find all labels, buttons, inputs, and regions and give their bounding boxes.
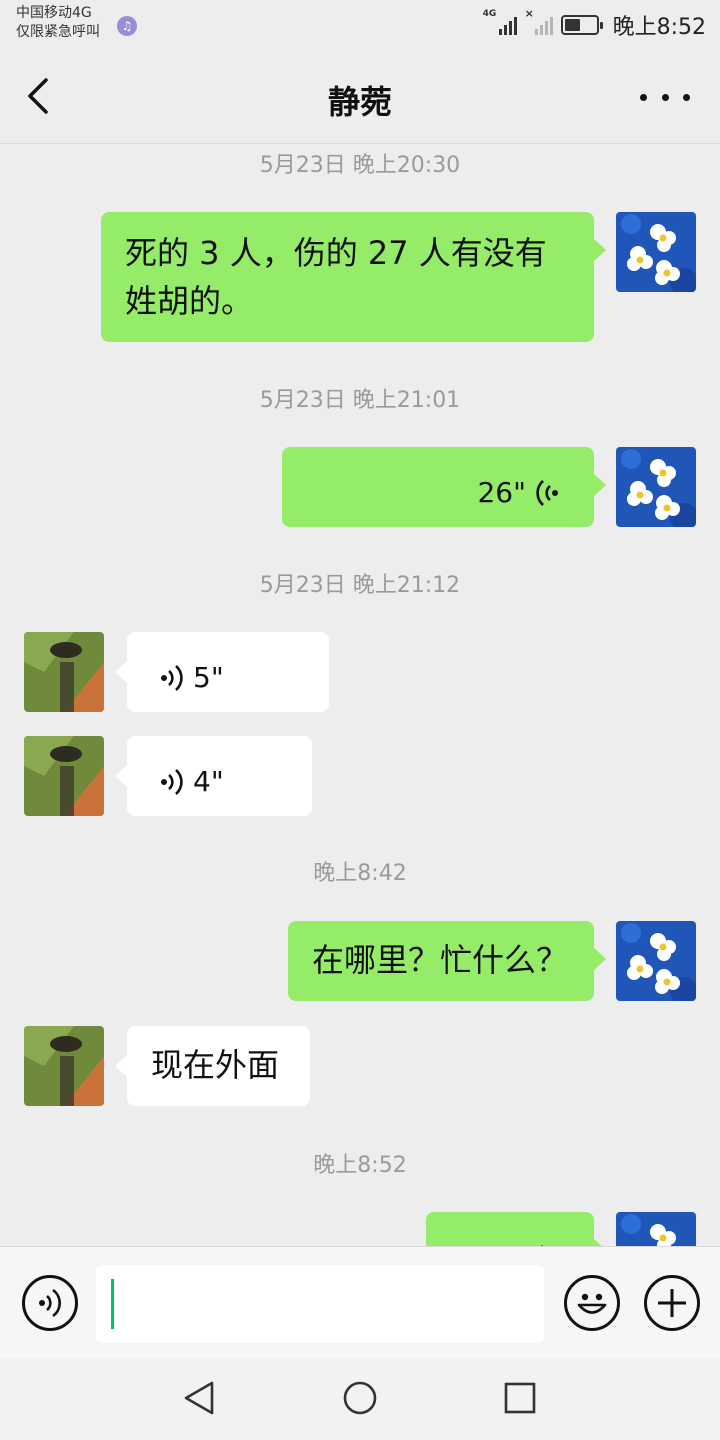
timestamp: 5月23日 晚上20:30 [259,153,461,178]
nav-back-icon[interactable] [180,1378,220,1418]
emoji-icon[interactable] [564,1275,620,1331]
nav-recents-icon[interactable] [500,1378,540,1418]
message-text: 在哪里？忙什么？ [312,941,569,979]
voice-message-contact[interactable]: 4" [115,736,312,816]
message-input[interactable] [96,1265,544,1343]
chat-title: 静菀 [327,83,392,121]
music-notification-icon: ♫ [117,16,137,36]
timestamp: 晚上8:42 [313,861,407,886]
text-caret [111,1279,114,1329]
my-avatar[interactable] [616,921,696,1001]
chat-message-list[interactable]: 5月23日 晚上20:30 死的 3 人，伤的 27 人有没有姓胡的。 5月23… [0,145,720,1246]
contact-avatar[interactable] [24,736,104,816]
voice-duration: 5" [193,661,224,694]
voice-duration: 4" [193,765,224,798]
voice-wave-icon [534,478,558,508]
battery-icon [560,15,603,35]
timestamp: 晚上8:52 [313,1153,407,1178]
status-time: 晚上8:52 [612,15,706,40]
contact-avatar[interactable] [24,632,104,712]
voice-input-icon[interactable] [22,1275,78,1331]
voice-duration: 6" [495,1234,526,1246]
timestamp: 5月23日 晚上21:12 [259,573,461,598]
message-text: 死的 3 人，伤的 27 人有没有姓胡的。 [125,234,547,320]
system-nav-bar [0,1358,720,1440]
battery-fill [564,19,580,31]
my-avatar[interactable] [616,447,696,527]
chat-input-bar [0,1246,720,1358]
status-bar: 中国移动4G 仅限紧急呼叫 ♫ 4G × 晚上8:52 [0,0,720,50]
contact-avatar[interactable] [24,1026,104,1106]
signal-4g-icon: 4G [483,9,517,35]
voice-message-me[interactable]: 6" [426,1212,606,1246]
carrier-info: 中国移动4G 仅限紧急呼叫 [16,4,100,42]
my-avatar[interactable] [616,212,696,292]
more-dots-icon[interactable] [640,80,690,114]
voice-wave-icon [161,663,185,693]
timestamp: 5月23日 晚上21:01 [259,388,461,413]
carrier-name: 中国移动4G [16,5,92,21]
message-bubble-contact[interactable]: 现在外面 [115,1026,310,1106]
message-text: 现在外面 [151,1046,280,1084]
message-bubble-me[interactable]: 在哪里？忙什么？ [288,921,606,1001]
voice-duration: 26" [477,476,526,509]
voice-wave-icon [161,767,185,797]
signal-no-sim-icon: × [525,7,553,35]
status-indicators: 4G × 晚上8:52 [483,7,706,40]
plus-icon[interactable] [644,1275,700,1331]
message-bubble-me[interactable]: 死的 3 人，伤的 27 人有没有姓胡的。 [101,212,606,342]
network-tag: 4G [482,9,497,19]
carrier-status: 仅限紧急呼叫 [16,24,100,40]
voice-message-me[interactable]: 26" [282,447,606,527]
my-avatar[interactable] [616,1212,696,1246]
chat-header: 静菀 [0,50,720,144]
voice-message-contact[interactable]: 5" [115,632,329,712]
nav-home-icon[interactable] [340,1378,380,1418]
